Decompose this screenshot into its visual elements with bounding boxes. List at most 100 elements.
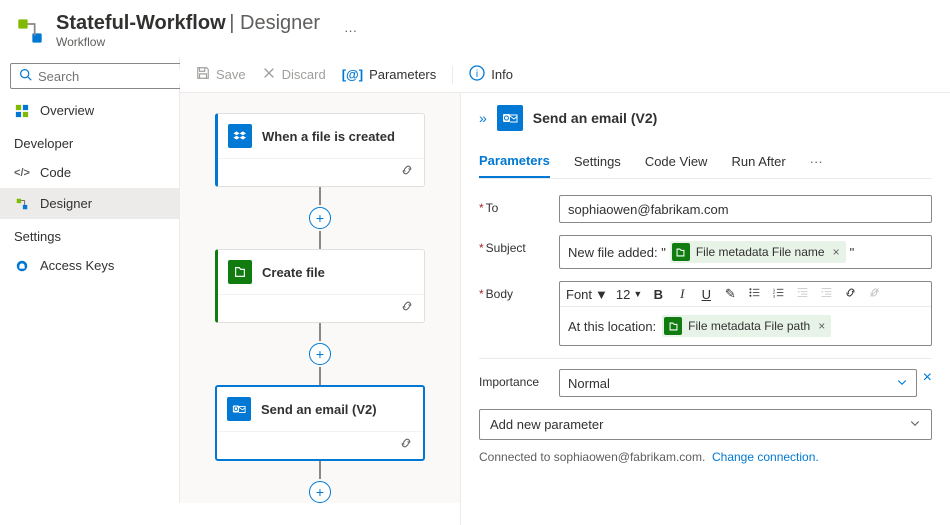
svg-text:O: O bbox=[504, 116, 510, 123]
toolbar: Save Discard [@] Parameters i Info bbox=[180, 57, 950, 93]
outdent-button[interactable] bbox=[794, 286, 810, 302]
workflow-icon bbox=[16, 17, 44, 45]
unlink-button[interactable] bbox=[866, 286, 882, 302]
create-file-icon bbox=[228, 260, 252, 284]
divider bbox=[479, 358, 932, 359]
bold-button[interactable]: B bbox=[650, 287, 666, 302]
breadcrumb: Workflow bbox=[56, 35, 320, 49]
font-selector[interactable]: Font ▼ bbox=[566, 287, 608, 302]
chevron-down-icon bbox=[909, 417, 921, 432]
color-button[interactable]: ✎ bbox=[722, 286, 738, 302]
importance-select[interactable]: Normal bbox=[559, 369, 917, 397]
remove-token-icon[interactable]: × bbox=[833, 245, 840, 259]
change-connection-link[interactable]: Change connection. bbox=[712, 450, 819, 464]
remove-token-icon[interactable]: × bbox=[818, 319, 825, 333]
search-icon bbox=[19, 68, 32, 84]
discard-icon bbox=[262, 66, 276, 83]
sidebar: « Overview Developer </> Code Designer S… bbox=[0, 57, 180, 503]
svg-text:3: 3 bbox=[773, 293, 776, 298]
node-title: Send an email (V2) bbox=[261, 402, 377, 417]
discard-button[interactable]: Discard bbox=[262, 66, 326, 83]
sidebar-item-code[interactable]: </> Code bbox=[0, 157, 179, 188]
label-body: *Body bbox=[479, 281, 559, 301]
label-subject: *Subject bbox=[479, 235, 559, 255]
dropbox-icon bbox=[228, 124, 252, 148]
italic-button[interactable]: I bbox=[674, 286, 690, 302]
tab-settings[interactable]: Settings bbox=[574, 146, 621, 177]
connection-icon[interactable] bbox=[400, 299, 414, 316]
sidebar-section-settings: Settings bbox=[0, 219, 179, 250]
page-subtitle: Designer bbox=[240, 12, 320, 34]
body-editor[interactable]: Font ▼ 12 ▼ B I U ✎ 123 bbox=[559, 281, 932, 346]
subject-input[interactable]: New file added: " File metadata File nam… bbox=[559, 235, 932, 269]
sidebar-item-label: Access Keys bbox=[40, 258, 114, 273]
connection-icon[interactable] bbox=[399, 436, 413, 453]
token-file-name[interactable]: File metadata File name × bbox=[670, 241, 846, 263]
connector-line bbox=[319, 323, 321, 341]
chevron-down-icon bbox=[896, 376, 908, 391]
font-size-selector[interactable]: 12 ▼ bbox=[616, 287, 642, 302]
remove-field-icon[interactable]: × bbox=[923, 369, 932, 387]
sidebar-item-overview[interactable]: Overview bbox=[0, 95, 179, 126]
save-icon bbox=[196, 66, 210, 83]
body-content[interactable]: At this location: File metadata File pat… bbox=[560, 307, 931, 345]
label-to: *To bbox=[479, 195, 559, 215]
info-icon: i bbox=[469, 65, 485, 84]
page-title: Stateful-Workflow bbox=[56, 12, 226, 34]
chevron-down-icon: ▼ bbox=[595, 287, 608, 302]
designer-icon bbox=[14, 197, 30, 211]
sidebar-item-label: Code bbox=[40, 165, 71, 180]
add-parameter-select[interactable]: Add new parameter bbox=[479, 409, 932, 440]
sidebar-item-designer[interactable]: Designer bbox=[0, 188, 179, 219]
node-create-file[interactable]: Create file bbox=[215, 249, 425, 323]
tabs-more-icon[interactable]: ··· bbox=[810, 154, 823, 169]
sidebar-item-label: Overview bbox=[40, 103, 94, 118]
connection-icon[interactable] bbox=[400, 163, 414, 180]
panel-title: Send an email (V2) bbox=[533, 110, 657, 126]
to-input[interactable]: sophiaowen@fabrikam.com bbox=[559, 195, 932, 223]
sidebar-section-developer: Developer bbox=[0, 126, 179, 157]
node-title: When a file is created bbox=[262, 129, 395, 144]
collapse-panel-icon[interactable]: » bbox=[479, 110, 487, 126]
underline-button[interactable]: U bbox=[698, 287, 714, 302]
save-button[interactable]: Save bbox=[196, 66, 246, 83]
sidebar-item-label: Designer bbox=[40, 196, 92, 211]
connector-line bbox=[319, 231, 321, 249]
tab-code-view[interactable]: Code View bbox=[645, 146, 708, 177]
file-icon bbox=[672, 243, 690, 261]
more-icon[interactable]: ··· bbox=[344, 23, 357, 38]
number-list-button[interactable]: 123 bbox=[770, 286, 786, 302]
svg-text:i: i bbox=[476, 69, 478, 80]
node-trigger[interactable]: When a file is created bbox=[215, 113, 425, 187]
add-step-button[interactable]: + bbox=[309, 343, 331, 365]
token-file-path[interactable]: File metadata File path × bbox=[662, 315, 831, 337]
connector-line bbox=[319, 461, 321, 479]
node-title: Create file bbox=[262, 265, 325, 280]
connection-status: Connected to sophiaowen@fabrikam.com. Ch… bbox=[479, 450, 932, 464]
tab-parameters[interactable]: Parameters bbox=[479, 145, 550, 178]
add-step-button[interactable]: + bbox=[309, 207, 331, 229]
indent-button[interactable] bbox=[818, 286, 834, 302]
panel-tabs: Parameters Settings Code View Run After … bbox=[479, 145, 932, 179]
designer-canvas[interactable]: When a file is created + Create file bbox=[180, 93, 460, 525]
label-importance: Importance bbox=[479, 369, 559, 389]
node-send-email[interactable]: O Send an email (V2) bbox=[215, 385, 425, 461]
toolbar-divider bbox=[452, 66, 453, 84]
properties-panel: » O Send an email (V2) Parameters Settin… bbox=[460, 93, 950, 525]
chevron-down-icon: ▼ bbox=[633, 289, 642, 299]
sidebar-item-access-keys[interactable]: Access Keys bbox=[0, 250, 179, 281]
info-button[interactable]: i Info bbox=[469, 65, 513, 84]
outlook-icon: O bbox=[497, 105, 523, 131]
tab-run-after[interactable]: Run After bbox=[731, 146, 785, 177]
title-separator: | bbox=[229, 12, 240, 34]
parameters-button[interactable]: [@] Parameters bbox=[342, 67, 437, 82]
file-icon bbox=[664, 317, 682, 335]
code-icon: </> bbox=[14, 167, 30, 179]
parameters-icon: [@] bbox=[342, 67, 363, 82]
rtf-toolbar: Font ▼ 12 ▼ B I U ✎ 123 bbox=[560, 282, 931, 307]
svg-text:O: O bbox=[234, 406, 239, 413]
bullet-list-button[interactable] bbox=[746, 286, 762, 302]
link-button[interactable] bbox=[842, 286, 858, 302]
access-keys-icon bbox=[14, 259, 30, 273]
connector-line bbox=[319, 367, 321, 385]
